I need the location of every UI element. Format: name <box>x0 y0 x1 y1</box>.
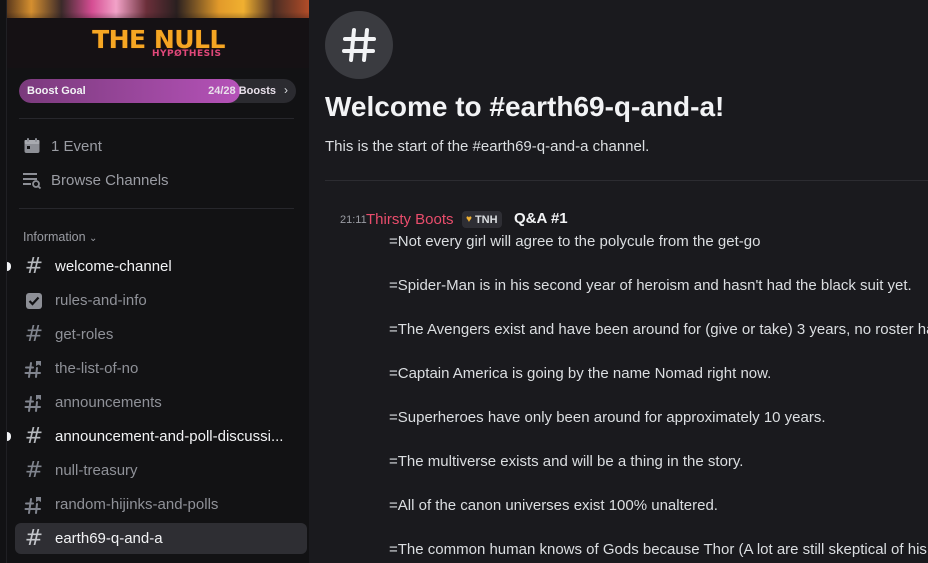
guild-tag-badge[interactable]: ♥ TNH <box>462 211 502 228</box>
message-line: =Captain America is going by the name No… <box>389 365 772 382</box>
channel-label: welcome-channel <box>55 258 172 275</box>
message-author[interactable]: Thirsty Boots <box>366 211 454 228</box>
message-line: =Superheroes have only been around for a… <box>389 409 826 426</box>
chevron-right-icon: › <box>284 83 288 97</box>
sidebar-item-random-hijinks-and-polls[interactable]: random-hijinks-and-polls <box>15 489 307 520</box>
unread-indicator <box>7 432 11 441</box>
boost-goal-label: Boost Goal <box>27 85 86 97</box>
browse-channels-icon <box>21 169 43 191</box>
hash-icon: # <box>24 526 44 551</box>
unread-indicator <box>7 262 11 271</box>
hash-icon: # <box>24 322 44 347</box>
events-label: 1 Event <box>51 137 102 155</box>
hash-icon: # <box>24 254 44 279</box>
message-line: =Spider-Man is in his second year of her… <box>389 277 912 294</box>
boost-goal-bar[interactable]: Boost Goal 24/28 Boosts › <box>19 79 296 103</box>
sidebar-divider <box>19 118 294 119</box>
channel-list-panel: THE NULL HYPØTHESIS Boost Goal 24/28 Boo… <box>6 0 309 563</box>
sidebar-item-get-roles[interactable]: # get-roles <box>15 319 307 350</box>
message-body: =Not every girl will agree to the polycu… <box>389 231 928 563</box>
hash-icon: # <box>24 424 44 449</box>
welcome-divider <box>325 180 928 181</box>
sidebar-item-welcome-channel[interactable]: # welcome-channel <box>7 251 307 282</box>
sidebar-item-announcement-and-poll-discussi[interactable]: # announcement-and-poll-discussi... <box>7 421 307 452</box>
hash-icon: # <box>24 458 44 483</box>
browse-channels-item[interactable]: Browse Channels <box>21 167 169 193</box>
channel-label: announcement-and-poll-discussi... <box>55 428 284 445</box>
message-line: =The Avengers exist and have been around… <box>389 321 928 338</box>
message-line: =All of the canon universes exist 100% u… <box>389 497 718 514</box>
guild-tag-label: TNH <box>474 213 498 226</box>
channel-label: announcements <box>55 394 162 411</box>
calendar-icon <box>21 135 43 157</box>
message-heading: Q&A #1 <box>514 210 568 227</box>
message-line: =The multiverse exists and will be a thi… <box>389 453 744 470</box>
category-information[interactable]: Information ⌄ <box>23 230 97 244</box>
channel-label: random-hijinks-and-polls <box>55 496 219 513</box>
message-timestamp[interactable]: 21:11 <box>340 214 367 226</box>
welcome-subtitle: This is the start of the #earth69-q-and-… <box>325 138 650 155</box>
announcement-channel-icon <box>23 494 45 516</box>
announcement-channel-icon <box>23 392 45 414</box>
sidebar-item-the-list-of-no[interactable]: the-list-of-no <box>15 353 307 384</box>
sidebar-item-earth69-q-and-a[interactable]: # earth69-q-and-a <box>15 523 307 554</box>
browse-channels-label: Browse Channels <box>51 171 169 189</box>
welcome-title: Welcome to #earth69-q-and-a! <box>325 91 725 122</box>
category-label: Information <box>23 230 86 244</box>
channel-label: rules-and-info <box>55 292 147 309</box>
channel-label: null-treasury <box>55 462 138 479</box>
channel-hash-icon <box>325 11 393 79</box>
sidebar-item-rules-and-info[interactable]: rules-and-info <box>15 285 307 316</box>
channel-label: the-list-of-no <box>55 360 139 377</box>
sidebar-divider <box>19 208 294 209</box>
boost-count: 24/28 Boosts <box>208 85 276 97</box>
events-item[interactable]: 1 Event <box>21 133 102 159</box>
server-banner-subtitle: HYPØTHESIS <box>152 49 222 59</box>
server-banner[interactable]: THE NULL HYPØTHESIS <box>7 0 309 68</box>
chat-area: Welcome to #earth69-q-and-a! This is the… <box>309 0 928 563</box>
heart-badge-icon: ♥ <box>466 214 472 225</box>
message-line: =The common human knows of Gods because … <box>389 541 927 558</box>
message-line: =Not every girl will agree to the polycu… <box>389 233 761 250</box>
channel-label: get-roles <box>55 326 114 343</box>
sidebar-item-null-treasury[interactable]: # null-treasury <box>15 455 307 486</box>
sidebar-item-announcements[interactable]: announcements <box>15 387 307 418</box>
chevron-down-icon: ⌄ <box>89 233 98 244</box>
announcement-channel-icon <box>23 358 45 380</box>
channel-label: earth69-q-and-a <box>55 530 163 547</box>
server-sidebar: THE NULL HYPØTHESIS Boost Goal 24/28 Boo… <box>0 0 309 563</box>
rules-channel-icon <box>23 290 45 312</box>
